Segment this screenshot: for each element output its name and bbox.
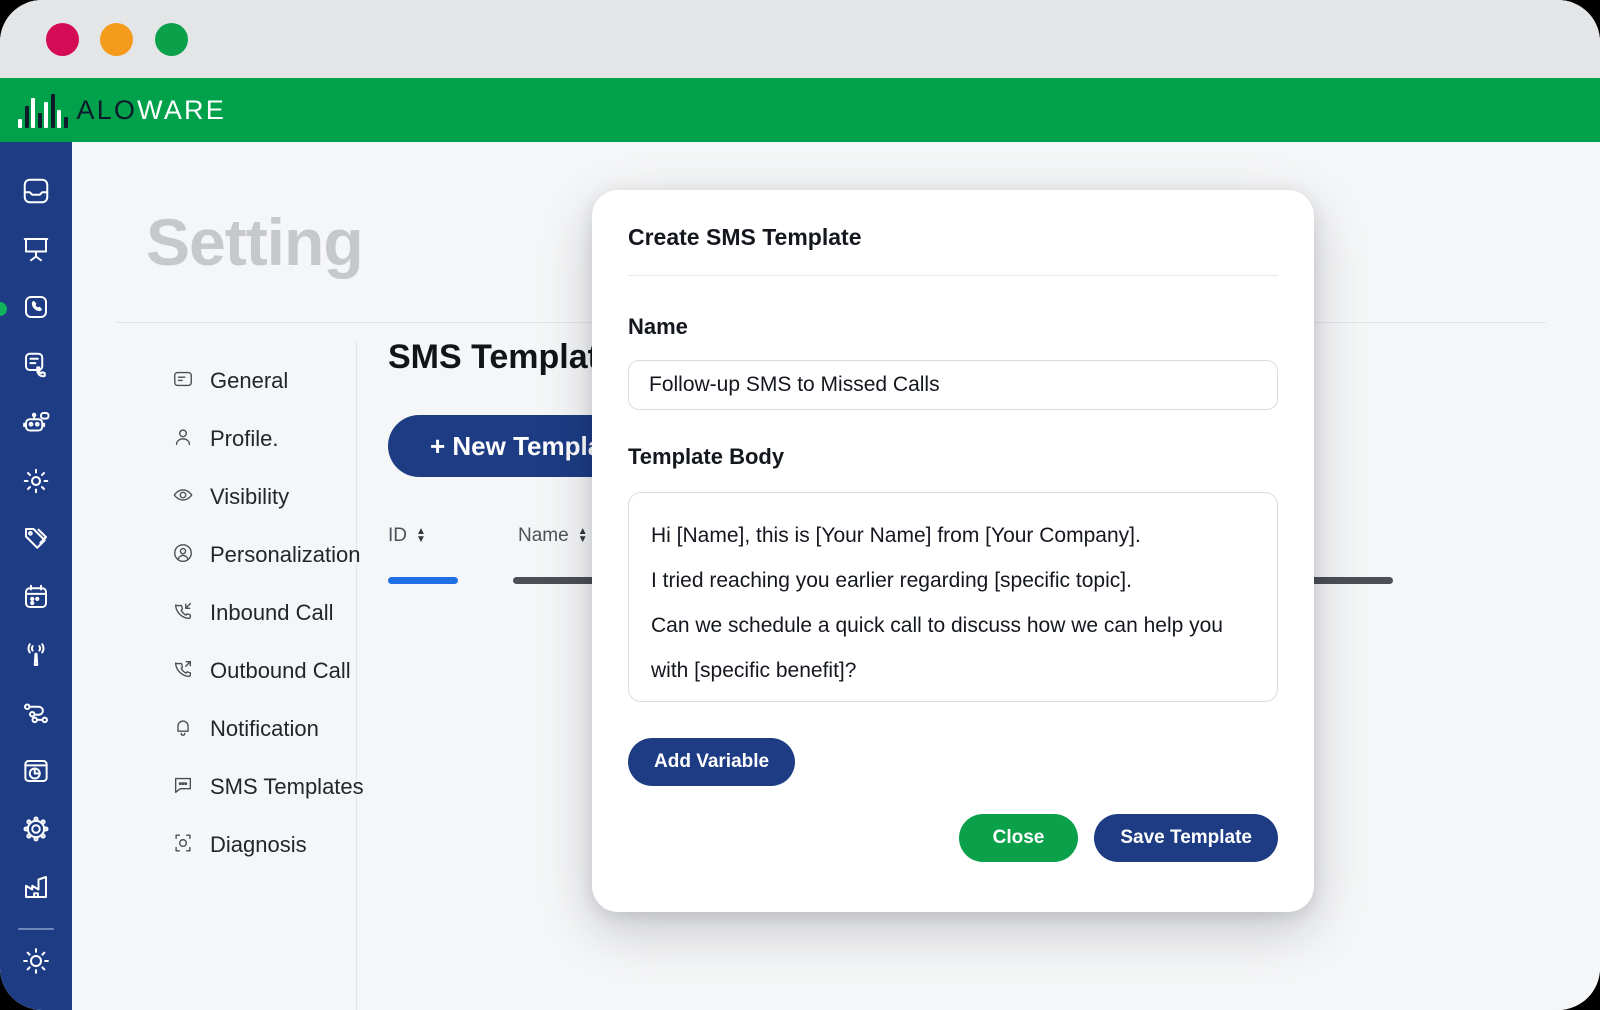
sidebar-item-label: Outbound Call [210, 658, 351, 683]
phone-out-icon [172, 658, 194, 685]
sidebar-item-label: Personalization [210, 542, 361, 567]
save-template-button[interactable]: Save Template [1094, 814, 1278, 862]
column-header-id[interactable]: ID ▲ ▼ [388, 525, 518, 547]
body-line: Hi [Name], this is [Your Name] from [You… [651, 524, 1141, 547]
body-line: Can we schedule a quick call to discuss … [651, 614, 1223, 683]
sidebar-item-visibility[interactable]: Visibility [96, 468, 378, 526]
close-button[interactable]: Close [958, 814, 1079, 862]
template-body-textarea[interactable]: Hi [Name], this is [Your Name] from [You… [628, 492, 1278, 702]
modal-actions: Close Save Template [958, 814, 1278, 862]
broadcast-icon [21, 640, 51, 675]
close-window-button[interactable] [46, 23, 79, 56]
page-title: Setting [146, 205, 364, 279]
row-spacer [458, 577, 513, 584]
analytics-icon [21, 756, 51, 791]
column-header-label: ID [388, 525, 407, 546]
rail-item-tags[interactable] [0, 512, 72, 570]
rail-item-settings[interactable] [0, 454, 72, 512]
waveform-icon [18, 92, 68, 128]
user-circle-icon [172, 542, 194, 569]
sidebar-item-inbound-call[interactable]: Inbound Call [96, 584, 378, 642]
sidebar-item-label: Inbound Call [210, 600, 334, 625]
rail-divider [18, 928, 54, 930]
workflow-icon [21, 698, 51, 733]
rail-item-presentation[interactable] [0, 222, 72, 280]
phone-square-icon [21, 292, 51, 327]
rail-item-broadcast[interactable] [0, 628, 72, 686]
sidebar-item-sms-templates[interactable]: SMS Templates [96, 758, 378, 816]
rail-item-factory[interactable] [0, 860, 72, 918]
brand-ware: WARE [137, 94, 226, 125]
sidebar-item-label: Visibility [210, 484, 290, 509]
phone-in-icon [172, 600, 194, 627]
modal-title: Create SMS Template [628, 224, 862, 250]
document-icon [172, 368, 194, 395]
sidebar-item-notification[interactable]: Notification [96, 700, 378, 758]
minimize-window-button[interactable] [100, 23, 133, 56]
template-body-label: Template Body [628, 444, 785, 469]
sidebar-item-label: SMS Templates [210, 774, 364, 799]
brand-bar: ALOWARE [0, 78, 1600, 142]
app-window: ALOWARE Setting General Profile. Visibil… [0, 0, 1600, 1010]
icon-rail [0, 142, 72, 1010]
gear-icon [21, 466, 51, 501]
call-log-icon [21, 350, 51, 385]
bell-icon [172, 716, 194, 743]
sidebar-item-general[interactable]: General [96, 352, 378, 410]
message-icon [172, 774, 194, 801]
brand-alo: ALO [76, 94, 138, 125]
maximize-window-button[interactable] [155, 23, 188, 56]
create-sms-template-modal: Create SMS Template Name Template Body H… [592, 190, 1314, 912]
aloware-logo[interactable]: ALOWARE [18, 92, 226, 128]
sidebar-item-diagnosis[interactable]: Diagnosis [96, 816, 378, 874]
diagnosis-icon [172, 832, 194, 859]
sidebar-item-label: Profile. [210, 426, 279, 451]
theme-toggle-button[interactable] [0, 934, 72, 992]
name-field-label: Name [628, 314, 688, 339]
rail-item-analytics[interactable] [0, 744, 72, 802]
factory-icon [21, 872, 51, 907]
sidebar-item-profile[interactable]: Profile. [96, 410, 378, 468]
sun-icon [21, 946, 51, 981]
sidebar-item-personalization[interactable]: Personalization [96, 526, 378, 584]
rail-item-calendar[interactable] [0, 570, 72, 628]
column-header-label: Name [518, 525, 569, 546]
rail-item-integrations[interactable] [0, 802, 72, 860]
tag-icon [21, 524, 51, 559]
row-id-placeholder [388, 577, 458, 584]
add-variable-button[interactable]: Add Variable [628, 738, 796, 786]
settings-nav: General Profile. Visibility Personalizat… [96, 352, 378, 874]
rail-item-bot[interactable] [0, 396, 72, 454]
calendar-icon [21, 582, 51, 617]
rail-item-workflow[interactable] [0, 686, 72, 744]
column-header-name[interactable]: Name ▲ ▼ [518, 525, 588, 547]
eye-icon [172, 484, 194, 511]
brand-wordmark: ALOWARE [77, 95, 226, 126]
sidebar-item-outbound-call[interactable]: Outbound Call [96, 642, 378, 700]
sidebar-item-label: General [210, 368, 289, 393]
presentation-icon [21, 234, 51, 269]
sidebar-item-label: Diagnosis [210, 832, 307, 857]
rail-item-calls[interactable] [0, 280, 72, 338]
body-line: I tried reaching you earlier regarding [… [651, 569, 1132, 593]
sort-icon[interactable]: ▲ ▼ [578, 527, 588, 545]
sort-icon[interactable]: ▲ ▼ [416, 527, 426, 545]
sidebar-item-label: Notification [210, 716, 319, 741]
inbox-icon [21, 176, 51, 211]
title-bar [0, 0, 1600, 78]
template-name-input[interactable] [628, 360, 1278, 410]
chat-bot-icon [21, 408, 51, 443]
active-indicator-dot [0, 302, 7, 316]
rail-item-inbox[interactable] [0, 164, 72, 222]
user-icon [172, 426, 194, 453]
rail-item-call-log[interactable] [0, 338, 72, 396]
modal-divider [628, 275, 1278, 276]
integrations-icon [21, 814, 51, 849]
